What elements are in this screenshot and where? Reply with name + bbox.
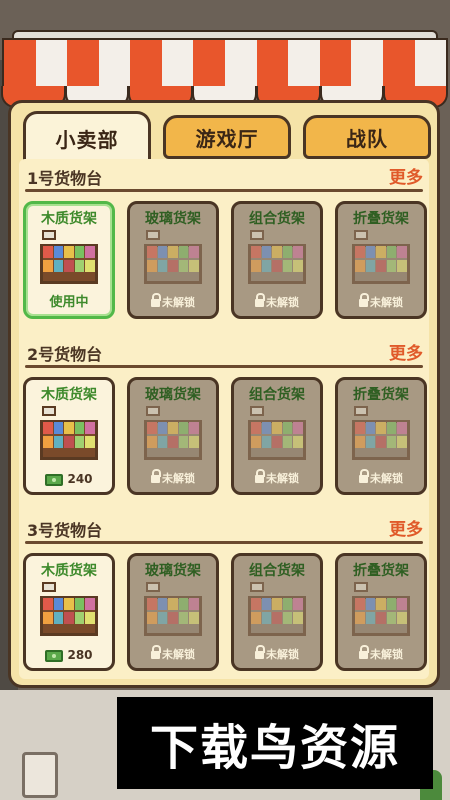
shelf-section-2: 2号货物台 更多 木质货架 240 玻璃货架 未解锁 组合货架 未解锁 折叠货架 未解锁 xyxy=(19,335,429,505)
shelf-name: 折叠货架 xyxy=(353,211,409,227)
section-title: 1号货物台 xyxy=(27,169,103,188)
status-text: 未解锁 xyxy=(266,648,299,661)
shelf-name: 折叠货架 xyxy=(353,563,409,579)
tab-team[interactable]: 战队 xyxy=(303,115,431,159)
shelf-section-3: 3号货物台 更多 木质货架 280 玻璃货架 未解锁 组合货架 未解锁 折叠货架 未解锁 xyxy=(19,511,429,681)
status-text: 未解锁 xyxy=(162,296,195,309)
wooden-shelf-card[interactable]: 木质货架 240 xyxy=(23,377,115,495)
locked-status: 未解锁 xyxy=(234,645,320,662)
locked-status: 未解锁 xyxy=(338,469,424,486)
lock-icon xyxy=(151,293,161,307)
section-divider xyxy=(25,365,423,368)
folding-shelf-card[interactable]: 折叠货架未解锁 xyxy=(335,201,427,319)
locked-status: 未解锁 xyxy=(234,293,320,310)
lock-icon xyxy=(151,469,161,483)
shelf-illustration xyxy=(144,406,202,460)
shelf-illustration xyxy=(40,230,98,284)
shelf-illustration xyxy=(144,582,202,636)
price-tag: 280 xyxy=(26,648,112,662)
more-button[interactable]: 更多 xyxy=(389,515,423,540)
glass-shelf-card[interactable]: 玻璃货架未解锁 xyxy=(127,553,219,671)
shelf-name: 组合货架 xyxy=(249,563,305,579)
locked-status: 未解锁 xyxy=(338,293,424,310)
locked-status: 未解锁 xyxy=(130,645,216,662)
lock-icon xyxy=(255,645,265,659)
shelf-name: 组合货架 xyxy=(249,387,305,403)
shelf-illustration xyxy=(352,230,410,284)
shelf-illustration xyxy=(248,406,306,460)
shelf-list: 1号货物台 更多 木质货架 使用中 玻璃货架 未解锁 组合货架 未解锁 折叠货架 未解锁 2号货物台… xyxy=(19,159,429,679)
lock-icon xyxy=(359,469,369,483)
cash-icon xyxy=(45,650,64,662)
status-text: 280 xyxy=(67,648,93,662)
shelf-name: 木质货架 xyxy=(41,387,97,403)
in-use-status: 使用中 xyxy=(26,291,112,310)
folding-shelf-card[interactable]: 折叠货架未解锁 xyxy=(335,553,427,671)
wooden-shelf-card[interactable]: 木质货架 280 xyxy=(23,553,115,671)
combo-shelf-card[interactable]: 组合货架未解锁 xyxy=(231,201,323,319)
lock-icon xyxy=(151,645,161,659)
status-text: 未解锁 xyxy=(266,472,299,485)
price-tag: 240 xyxy=(26,472,112,486)
shelf-name: 木质货架 xyxy=(41,211,97,227)
status-text: 未解锁 xyxy=(266,296,299,309)
shelf-illustration xyxy=(248,230,306,284)
shelf-illustration xyxy=(144,230,202,284)
tab-arcade[interactable]: 游戏厅 xyxy=(163,115,291,159)
locked-status: 未解锁 xyxy=(234,469,320,486)
status-text: 使用中 xyxy=(49,295,89,310)
shelf-name: 玻璃货架 xyxy=(145,211,201,227)
shelf-name: 折叠货架 xyxy=(353,387,409,403)
status-text: 未解锁 xyxy=(162,472,195,485)
combo-shelf-card[interactable]: 组合货架未解锁 xyxy=(231,377,323,495)
shelf-name: 玻璃货架 xyxy=(145,387,201,403)
shelf-illustration xyxy=(352,582,410,636)
shelf-section-1: 1号货物台 更多 木质货架 使用中 玻璃货架 未解锁 组合货架 未解锁 折叠货架 未解锁 xyxy=(19,159,429,329)
lock-icon xyxy=(359,293,369,307)
shelf-name: 木质货架 xyxy=(41,563,97,579)
watermark: 下载鸟资源 xyxy=(117,697,433,789)
locked-status: 未解锁 xyxy=(338,645,424,662)
lock-icon xyxy=(255,293,265,307)
shelf-illustration xyxy=(40,582,98,636)
section-divider xyxy=(25,189,423,192)
tab-snack-shop[interactable]: 小卖部 xyxy=(23,111,151,163)
status-text: 240 xyxy=(67,472,93,486)
glass-shelf-card[interactable]: 玻璃货架未解锁 xyxy=(127,377,219,495)
wooden-shelf-card[interactable]: 木质货架 使用中 xyxy=(23,201,115,319)
shelf-illustration xyxy=(248,582,306,636)
combo-shelf-card[interactable]: 组合货架未解锁 xyxy=(231,553,323,671)
shop-awning xyxy=(1,30,449,108)
status-text: 未解锁 xyxy=(370,296,403,309)
status-text: 未解锁 xyxy=(370,648,403,661)
lock-icon xyxy=(359,645,369,659)
shelf-illustration xyxy=(352,406,410,460)
shelf-name: 玻璃货架 xyxy=(145,563,201,579)
status-text: 未解锁 xyxy=(370,472,403,485)
cash-icon xyxy=(45,474,64,486)
locked-status: 未解锁 xyxy=(130,469,216,486)
locked-status: 未解锁 xyxy=(130,293,216,310)
more-button[interactable]: 更多 xyxy=(389,163,423,188)
glass-shelf-card[interactable]: 玻璃货架未解锁 xyxy=(127,201,219,319)
folding-shelf-card[interactable]: 折叠货架未解锁 xyxy=(335,377,427,495)
section-divider xyxy=(25,541,423,544)
status-text: 未解锁 xyxy=(162,648,195,661)
lock-icon xyxy=(255,469,265,483)
shelf-name: 组合货架 xyxy=(249,211,305,227)
shelf-illustration xyxy=(40,406,98,460)
section-title: 2号货物台 xyxy=(27,345,103,364)
shelf-shop-panel: 小卖部 游戏厅 战队 1号货物台 更多 木质货架 使用中 玻璃货架 未解锁 组合货架 未解锁折… xyxy=(8,100,440,688)
tab-bar: 小卖部 游戏厅 战队 xyxy=(23,111,431,163)
more-button[interactable]: 更多 xyxy=(389,339,423,364)
clipboard-icon xyxy=(22,752,58,798)
section-title: 3号货物台 xyxy=(27,521,103,540)
